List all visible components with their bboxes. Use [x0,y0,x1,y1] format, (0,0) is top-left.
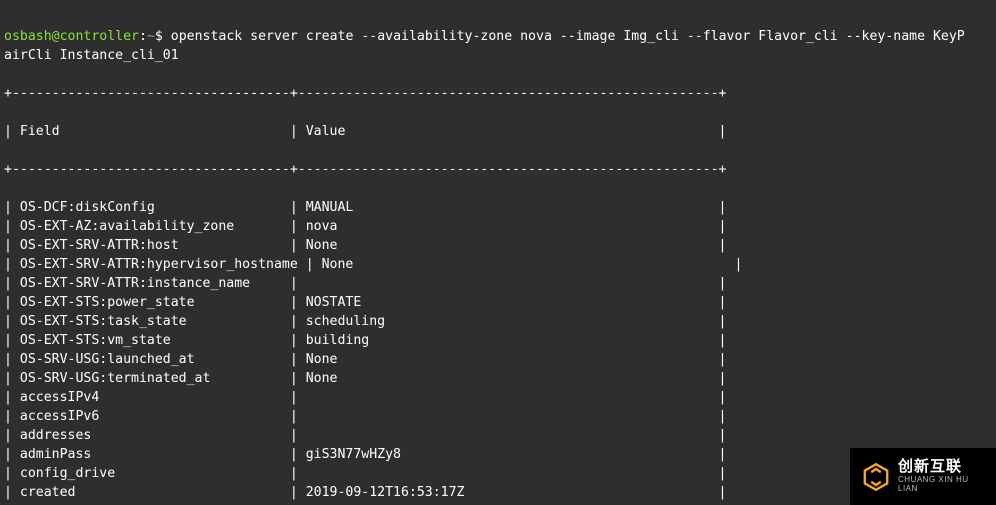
prompt-user-host: osbash@controller [4,29,139,44]
table-row: | config_drive | | [4,464,992,483]
table-row: | OS-SRV-USG:terminated_at | None | [4,369,992,388]
table-row: | adminPass | giS3N77wHZy8 | [4,445,992,464]
table-row: | accessIPv6 | | [4,407,992,426]
watermark-logo-icon [860,461,892,493]
table-header-row: | Field | Value | [4,122,992,141]
table-row: | addresses | | [4,426,992,445]
table-row: | created | 2019-09-12T16:53:17Z | [4,483,992,502]
table-row: | accessIPv4 | | [4,388,992,407]
watermark-text-en: CHUANG XIN HU LIAN [898,476,986,494]
command-line: osbash@controller:~$ openstack server cr… [4,27,992,65]
table-row: | OS-DCF:diskConfig | MANUAL | [4,198,992,217]
table-row: | OS-EXT-AZ:availability_zone | nova | [4,217,992,236]
table-row: | OS-EXT-STS:vm_state | building | [4,331,992,350]
table-row: | OS-EXT-STS:power_state | NOSTATE | [4,293,992,312]
prompt-dollar: $ [155,29,171,44]
table-border-mid: +-----------------------------------+---… [4,160,992,179]
table-row: | OS-SRV-USG:launched_at | None | [4,350,992,369]
terminal-output[interactable]: osbash@controller:~$ openstack server cr… [0,0,996,505]
table-row: | OS-EXT-SRV-ATTR:host | None | [4,236,992,255]
table-row: | OS-EXT-SRV-ATTR:instance_name | | [4,274,992,293]
watermark: 创新互联 CHUANG XIN HU LIAN [850,448,996,505]
watermark-text-cn: 创新互联 [898,459,986,476]
prompt-path: ~ [147,29,155,44]
table-row: | OS-EXT-STS:task_state | scheduling | [4,312,992,331]
table-border-top: +-----------------------------------+---… [4,84,992,103]
table-row: | OS-EXT-SRV-ATTR:hypervisor_hostname | … [4,255,992,274]
prompt-colon: : [139,29,147,44]
